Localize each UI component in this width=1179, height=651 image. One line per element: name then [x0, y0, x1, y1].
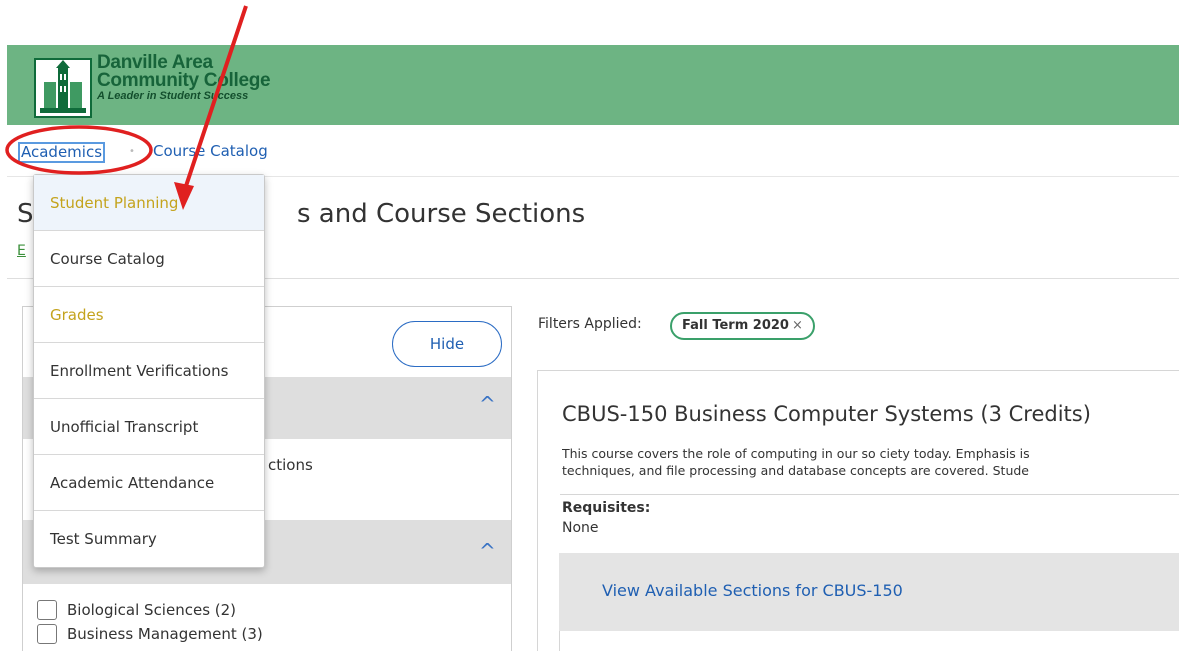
breadcrumb-course-catalog[interactable]: Course Catalog — [153, 143, 268, 160]
checkbox[interactable] — [37, 600, 57, 620]
filter-checkbox-row[interactable]: Biological Sciences (2) — [37, 599, 236, 621]
menu-item-unofficial-transcript[interactable]: Unofficial Transcript — [34, 399, 264, 455]
menu-item-student-planning[interactable]: Student Planning — [34, 175, 264, 231]
logo-line2: Community College — [97, 70, 271, 91]
requisites-label: Requisites: — [562, 500, 651, 516]
college-logo[interactable] — [34, 58, 92, 118]
filter-checkbox-row[interactable]: Business Management (3) — [37, 623, 263, 645]
logo-tagline: A Leader in Student Success — [97, 90, 249, 102]
page-title: s and Course Sections — [297, 199, 586, 229]
close-icon[interactable]: × — [792, 318, 803, 333]
view-sections-link[interactable]: View Available Sections for CBUS-150 — [602, 581, 903, 600]
course-divider — [560, 494, 1179, 495]
requisites-value: None — [562, 520, 599, 536]
course-title: CBUS-150 Business Computer Systems (3 Cr… — [562, 402, 1091, 426]
checkbox-label: Business Management (3) — [67, 625, 263, 643]
filter-chip-label: Fall Term 2020 — [682, 318, 789, 333]
menu-item-course-catalog[interactable]: Course Catalog — [34, 231, 264, 287]
filter-chip[interactable]: Fall Term 2020 × — [670, 312, 815, 340]
top-margin — [0, 0, 1179, 45]
course-description-line: techniques, and file processing and data… — [562, 463, 1029, 478]
page-sublink[interactable]: E — [17, 243, 26, 259]
filter-option-label: ctions — [268, 456, 313, 474]
building-icon — [40, 60, 86, 113]
filters-applied-label: Filters Applied: — [538, 316, 642, 332]
course-description-line: This course covers the role of computing… — [562, 446, 1030, 461]
hide-filters-button[interactable]: Hide — [392, 321, 502, 367]
menu-item-academic-attendance[interactable]: Academic Attendance — [34, 455, 264, 511]
breadcrumb-academics[interactable]: Academics — [18, 142, 106, 163]
college-name: Danville Area Community College A Leader… — [97, 53, 271, 103]
menu-item-grades[interactable]: Grades — [34, 287, 264, 343]
page-title-initial: S — [17, 199, 34, 229]
course-description: This course covers the role of computing… — [562, 445, 1179, 479]
chevron-up-icon[interactable]: ^ — [479, 539, 496, 563]
menu-item-enrollment-verifications[interactable]: Enrollment Verifications — [34, 343, 264, 399]
menu-item-test-summary[interactable]: Test Summary — [34, 511, 264, 567]
chevron-up-icon[interactable]: ^ — [479, 392, 496, 416]
breadcrumb-separator: • — [129, 146, 135, 157]
checkbox[interactable] — [37, 624, 57, 644]
academics-dropdown-menu: Student Planning Course Catalog Grades E… — [33, 174, 265, 568]
sections-body — [559, 631, 1179, 651]
checkbox-label: Biological Sciences (2) — [67, 601, 237, 619]
